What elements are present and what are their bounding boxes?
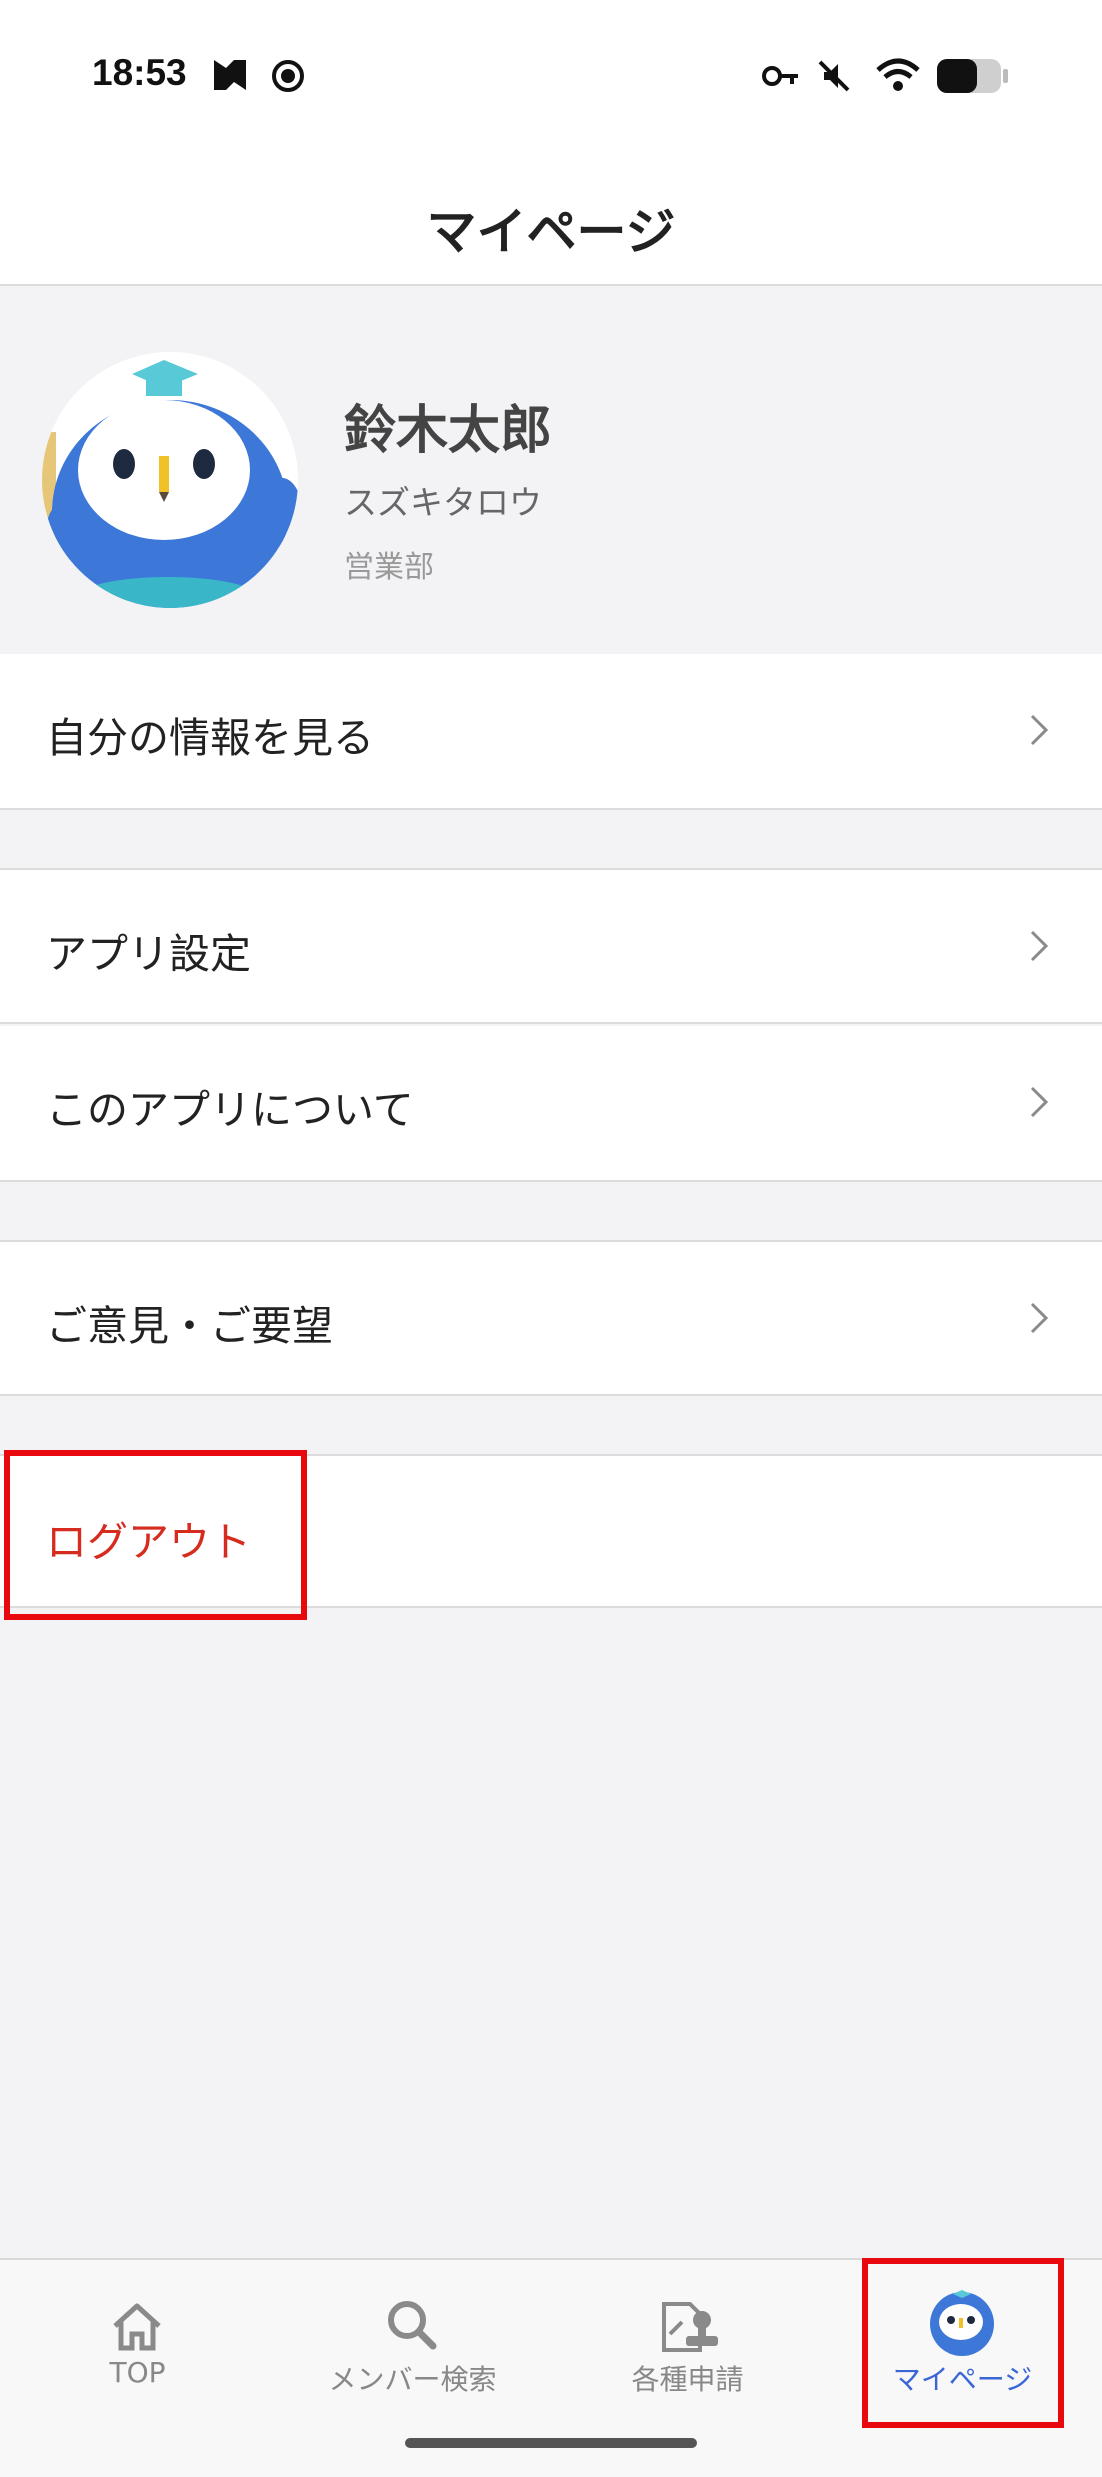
key-icon [762,66,798,86]
avatar [42,352,298,608]
chevron-right-icon [1030,1302,1049,1334]
logout-highlight-box [4,1450,307,1620]
profile-kana: スズキタロウ [344,483,542,522]
mypage-tab-highlight-box [862,2258,1064,2428]
chevron-right-icon [1030,1086,1049,1118]
profile-card: 鈴木太郎 スズキタロウ 営業部 [0,286,1102,656]
tab-top-label: TOP [109,2356,166,2389]
search-icon [388,2301,437,2350]
media-icon [214,60,246,90]
status-bar: 18:53 [0,0,1102,150]
wifi-icon [876,58,920,91]
feedback-row[interactable]: ご意見・ご要望 [0,1240,1102,1396]
status-time: 18:53 [92,52,187,93]
about-app-row[interactable]: このアプリについて [0,1026,1102,1182]
record-icon [272,60,304,92]
profile-name: 鈴木太郎 [344,401,553,461]
chevron-right-icon [1030,930,1049,962]
chevron-right-icon [1030,714,1049,746]
page-title: マイページ [426,203,676,261]
profile-department: 営業部 [344,550,434,585]
application-stamp-icon [662,2302,718,2352]
battery-icon [937,59,1008,93]
app-settings-label: アプリ設定 [46,930,251,978]
page-header: マイページ [0,150,1102,286]
mute-icon [818,60,850,92]
app-settings-row[interactable]: アプリ設定 [0,868,1102,1024]
view-my-info-row[interactable]: 自分の情報を見る [0,654,1102,810]
home-icon [113,2303,161,2351]
view-my-info-label: 自分の情報を見る [46,714,374,762]
about-app-label: このアプリについて [46,1086,414,1134]
feedback-label: ご意見・ご要望 [46,1302,333,1350]
tab-applications-label: 各種申請 [631,2363,744,2396]
tab-member-search-label: メンバー検索 [328,2363,497,2396]
tab-top[interactable]: TOP [0,2260,275,2477]
home-indicator[interactable] [405,2438,697,2448]
owl-mascot-avatar [42,352,298,608]
